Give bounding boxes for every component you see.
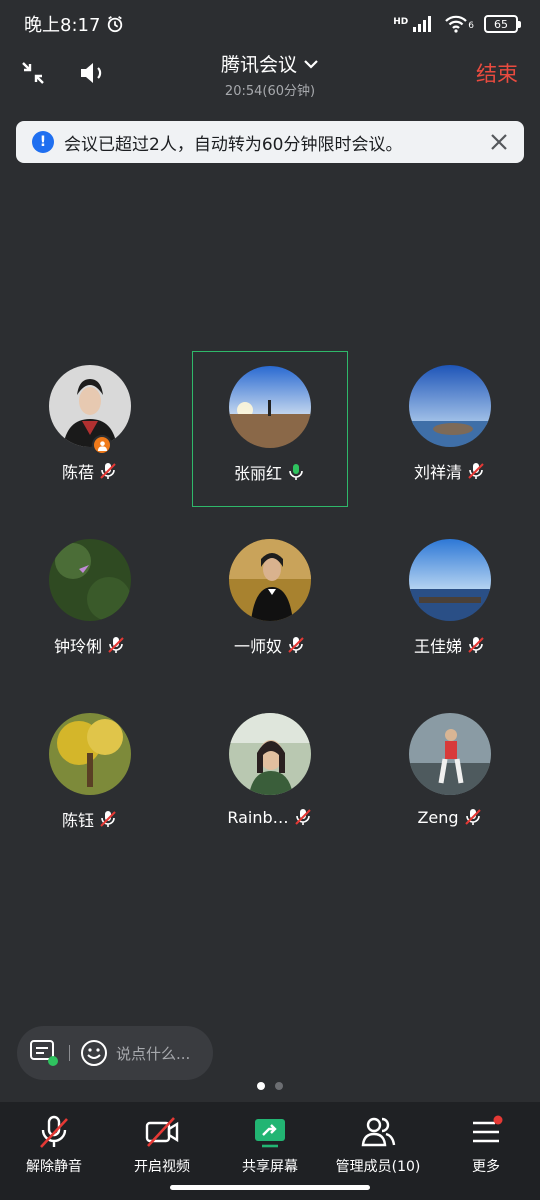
avatar [409, 365, 491, 447]
mic-muted-icon [464, 809, 481, 825]
participant-tile[interactable]: 刘祥清 [372, 351, 528, 507]
chat-bar[interactable]: 说点什么... [17, 1026, 213, 1080]
participant-name: Zeng [417, 807, 459, 827]
participant-name: 陈蓓 [61, 463, 94, 482]
page-dot[interactable] [275, 1082, 283, 1090]
mic-muted-icon [100, 811, 116, 827]
unmute-label: 解除静音 [26, 1159, 82, 1175]
page-dot-current[interactable] [257, 1082, 265, 1090]
participant-name: 刘祥清 [413, 463, 462, 482]
notice-text: 会议已超过2人，自动转为60分钟限时会议。 [64, 134, 403, 155]
participant-tile[interactable]: 陈钰 [12, 699, 168, 855]
participant-tile[interactable]: 钟玲俐 [12, 525, 168, 681]
battery-icon: 65 [484, 15, 521, 33]
meeting-screen: 晚上8:17 HD 6 65 腾讯会议 20:54(60分钟) 结束 ! 会议已… [0, 0, 540, 1200]
avatar [49, 713, 131, 795]
more-menu-icon [473, 1115, 503, 1143]
meeting-header: 腾讯会议 20:54(60分钟) 结束 [0, 48, 540, 100]
close-icon[interactable] [486, 129, 512, 155]
page-indicator [0, 1082, 540, 1090]
participant-tile-active[interactable]: 张丽红 [192, 351, 348, 507]
info-icon: ! [32, 131, 54, 153]
wifi-icon [445, 15, 468, 33]
chat-input[interactable]: 说点什么... [116, 1043, 190, 1064]
hd-badge: HD [393, 17, 409, 27]
time-limit-notice: ! 会议已超过2人，自动转为60分钟限时会议。 [16, 121, 524, 163]
avatar [229, 539, 311, 621]
mic-muted-icon [100, 463, 116, 479]
mic-active-icon [289, 464, 303, 480]
avatar [49, 539, 131, 621]
avatar [229, 366, 311, 448]
participant-name: 一师奴 [233, 637, 282, 656]
meeting-duration: 20:54(60分钟) [224, 84, 316, 99]
manage-members-label: 管理成员(10) [335, 1159, 421, 1175]
chevron-down-icon [304, 59, 318, 69]
members-icon [361, 1117, 396, 1147]
avatar [49, 365, 131, 447]
participant-name: 钟玲俐 [53, 637, 102, 656]
participant-tile[interactable]: Zeng [372, 699, 528, 855]
participant-tile[interactable]: 一师奴 [192, 525, 348, 681]
wifi-6-badge: 6 [468, 21, 474, 31]
mic-muted-icon [468, 637, 484, 653]
participant-name: 王佳娣 [413, 637, 462, 656]
home-indicator[interactable] [170, 1185, 370, 1190]
cellular-signal-icon [413, 16, 432, 32]
avatar [409, 539, 491, 621]
participant-name: Rainb… [227, 807, 289, 827]
emoji-icon[interactable] [80, 1039, 108, 1067]
participant-tile[interactable]: Rainb… [192, 699, 348, 855]
status-bar: 晚上8:17 HD 6 65 [0, 0, 540, 48]
avatar [409, 713, 491, 795]
mic-muted-icon [108, 637, 124, 653]
host-badge-icon [92, 435, 112, 455]
clock: 晚上8:17 [24, 15, 101, 36]
mic-muted-icon [294, 809, 311, 825]
meeting-title-dropdown[interactable]: 腾讯会议 [221, 50, 319, 77]
more-button[interactable]: 更多 [432, 1102, 540, 1200]
more-label: 更多 [472, 1159, 500, 1175]
alarm-icon [108, 16, 123, 33]
participant-name: 张丽红 [233, 464, 282, 483]
share-screen-icon [255, 1119, 285, 1148]
unmute-button[interactable]: 解除静音 [0, 1102, 108, 1200]
participant-name: 陈钰 [61, 811, 94, 830]
mic-muted-icon [288, 637, 304, 653]
video-off-icon [145, 1117, 179, 1147]
end-meeting-button[interactable]: 结束 [476, 58, 518, 88]
mic-muted-icon [468, 463, 484, 479]
share-screen-label: 共享屏幕 [242, 1159, 298, 1175]
chat-list-icon[interactable] [29, 1039, 59, 1067]
mic-muted-icon [40, 1115, 68, 1148]
avatar [229, 713, 311, 795]
participant-tile[interactable]: 陈蓓 [12, 351, 168, 507]
start-video-label: 开启视频 [134, 1159, 190, 1175]
meeting-title: 腾讯会议 [220, 54, 297, 76]
participant-tile[interactable]: 王佳娣 [372, 525, 528, 681]
